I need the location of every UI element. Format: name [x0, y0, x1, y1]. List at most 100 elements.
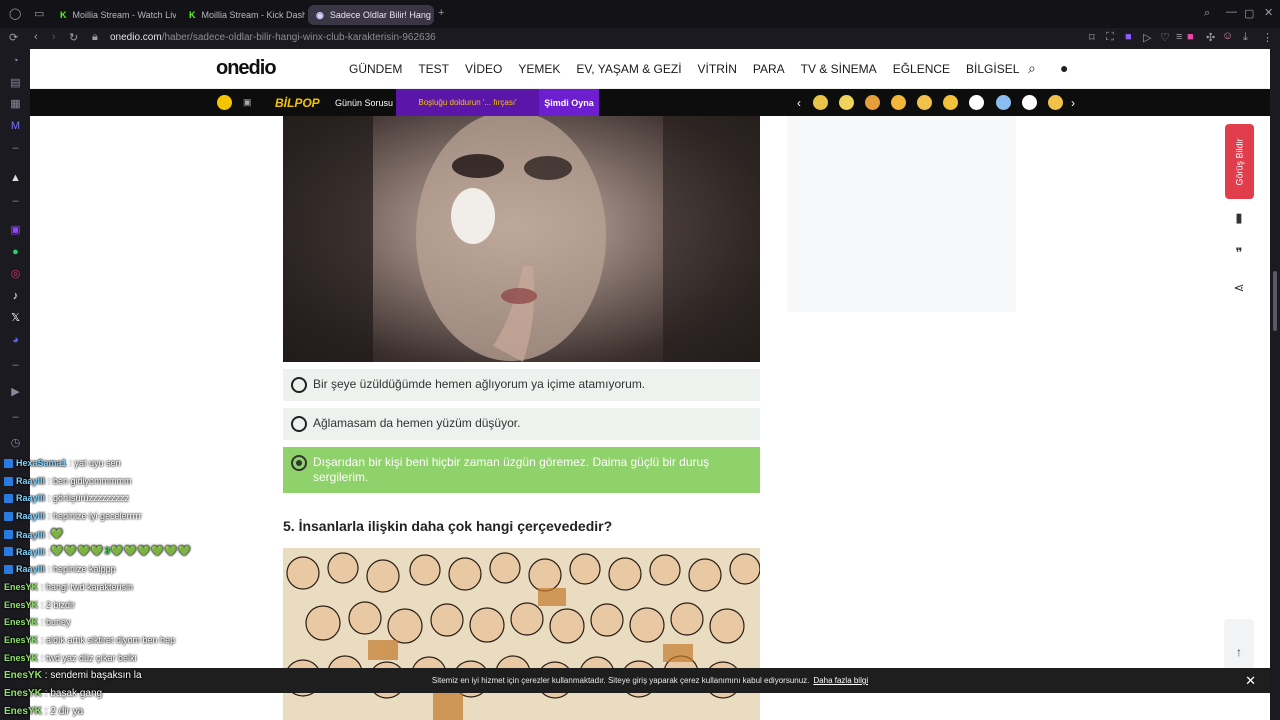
search-tabs-icon[interactable]: ⌕ [1204, 7, 1210, 20]
feedback-button[interactable]: Görüş Bildir [1225, 124, 1254, 199]
chat-username[interactable]: EnesYK [4, 706, 42, 717]
download-icon[interactable]: ⤓ [1243, 31, 1248, 44]
scrollbar-thumb[interactable] [1273, 271, 1277, 331]
close-icon[interactable]: ✕ [1245, 673, 1256, 689]
onedio-logo[interactable]: onedio [216, 57, 277, 80]
answer-option-2[interactable]: Ağlamasam da hemen yüzüm düşüyor. [283, 408, 760, 440]
more-icon[interactable]: ⋮ [1262, 31, 1273, 44]
chat-username[interactable]: EnesYK [4, 653, 38, 663]
tab-2[interactable]: K Moillia Stream - Kick Dash [181, 5, 305, 25]
bilpop-brand[interactable]: BİLPOP [275, 89, 320, 116]
tab-3[interactable]: ◉ Sadece Oldlar Bilir! Hang [308, 5, 434, 25]
search-icon[interactable]: ⌕ [1028, 60, 1036, 77]
nav-video[interactable]: VİDEO [465, 62, 502, 76]
page-scrollbar[interactable] [1270, 49, 1280, 720]
whatsapp-icon[interactable]: ● [8, 244, 23, 259]
emoji-icon-7[interactable] [969, 95, 984, 110]
chat-username[interactable]: Raaylli [16, 564, 45, 574]
profile-avatar-icon[interactable]: ☺ [1222, 30, 1233, 42]
discord-icon[interactable]: ◕ [8, 332, 23, 347]
emoji-icon-5[interactable] [917, 95, 932, 110]
chat-username[interactable]: Raaylli [16, 511, 45, 521]
back-icon[interactable]: ‹ [34, 31, 38, 43]
puzzle-icon[interactable]: ✣ [1206, 31, 1215, 44]
emoji-icon-1[interactable] [813, 95, 828, 110]
url-field[interactable]: onedio.com/haber/sadece-oldlar-bilir-han… [110, 32, 436, 43]
emoji-icon-3[interactable] [865, 95, 880, 110]
strip-prev-icon[interactable]: ‹ [797, 89, 801, 116]
emoji-icon-9[interactable] [1022, 95, 1037, 110]
new-tab-icon[interactable]: + [438, 7, 444, 19]
app-a-icon[interactable]: ▲ [8, 170, 23, 185]
user-icon[interactable]: ● [1060, 60, 1068, 76]
bookmark-icon[interactable]: ⌑ [1089, 31, 1095, 44]
gamepad-icon[interactable]: ▦ [8, 96, 23, 111]
quiz-face-icon[interactable] [217, 95, 232, 110]
daily-question-prompt[interactable]: Boşluğu doldurun '... fırçası' [396, 89, 539, 116]
bookmark-add-icon[interactable]: ▮ [1228, 207, 1250, 229]
nav-vitrin[interactable]: VİTRİN [698, 62, 737, 76]
instagram-icon[interactable]: ◎ [8, 266, 23, 281]
close-window-icon[interactable]: ✕ [1264, 6, 1273, 19]
chat-username[interactable]: EnesYK [4, 635, 38, 645]
extension-pink-icon[interactable]: ■ [1187, 31, 1194, 43]
nav-para[interactable]: PARA [753, 62, 785, 76]
chat-username[interactable]: Raaylli [16, 547, 45, 557]
reload-icon[interactable]: ↻ [69, 31, 78, 44]
comments-icon[interactable]: ❞ [1228, 242, 1250, 264]
x-icon[interactable]: 𝕏 [8, 310, 23, 325]
forward-icon[interactable]: › [52, 31, 56, 43]
maximize-icon[interactable]: ▢ [1244, 7, 1254, 20]
chat-message: Raaylli: 💚 [4, 529, 64, 540]
menu-icon[interactable]: ≡ [1176, 31, 1182, 43]
nav-test[interactable]: TEST [418, 62, 449, 76]
chat-username[interactable]: HexaSama1 [16, 458, 67, 468]
nav-gundem[interactable]: GÜNDEM [349, 62, 402, 76]
emoji-icon-4[interactable] [891, 95, 906, 110]
chat-username[interactable]: EnesYK [4, 688, 42, 699]
minimize-icon[interactable]: — [1226, 6, 1237, 18]
chat-username[interactable]: Raaylli [16, 476, 45, 486]
nav-yemek[interactable]: YEMEK [518, 62, 560, 76]
twitch-icon[interactable]: ▣ [8, 222, 23, 237]
chat-username[interactable]: EnesYK [4, 600, 38, 610]
game-icon[interactable]: ▣ [243, 89, 252, 116]
emoji-icon-8[interactable] [996, 95, 1011, 110]
strip-next-icon[interactable]: › [1071, 89, 1075, 116]
share-icon[interactable]: ⋖ [1228, 277, 1250, 299]
play-now-button[interactable]: Şimdi Oyna [539, 89, 599, 116]
player-icon[interactable]: ▶ [8, 384, 23, 399]
messenger-icon[interactable]: M [8, 118, 23, 133]
tab-1[interactable]: K Moillia Stream - Watch Liv [52, 5, 176, 25]
emoji-icon-6[interactable] [943, 95, 958, 110]
nav-tv-sinema[interactable]: TV & SİNEMA [801, 62, 877, 76]
emoji-icon-2[interactable] [839, 95, 854, 110]
chat-username[interactable]: Raaylli [16, 493, 45, 503]
chat-username[interactable]: EnesYK [4, 617, 38, 627]
chat-username[interactable]: EnesYK [4, 582, 38, 592]
answer-option-1[interactable]: Bir şeye üzüldüğümde hemen ağlıyorum ya … [283, 369, 760, 401]
send-icon[interactable]: ▷ [1143, 31, 1151, 44]
radio-button[interactable] [291, 377, 307, 393]
reload-sidebar-icon[interactable]: ⟳ [9, 31, 18, 44]
emoji-icon-10[interactable] [1048, 95, 1063, 110]
clock-icon[interactable]: ◷ [8, 435, 23, 450]
scroll-to-top-button[interactable]: ↑ [1224, 619, 1254, 671]
tiktok-icon[interactable]: ♪ [8, 288, 23, 303]
heart-icon[interactable]: ♡ [1160, 31, 1170, 44]
chat-username[interactable]: Raaylli [16, 530, 45, 540]
extensions-icon[interactable]: ▤ [8, 75, 23, 90]
answer-option-3-selected[interactable]: Dışarıdan bir kişi beni hiçbir zaman üzg… [283, 447, 760, 493]
nav-bilgisel[interactable]: BİLGİSEL [966, 62, 1019, 76]
chat-message-text: : görüşürüzzzzzzzzz [48, 493, 130, 503]
history-icon[interactable]: ◔ [8, 53, 23, 68]
radio-button[interactable] [291, 416, 307, 432]
nav-eglence[interactable]: EĞLENCE [893, 62, 950, 76]
extension-icon[interactable]: ■ [1125, 31, 1132, 43]
tab-overview-icon[interactable]: ▭ [34, 7, 44, 20]
browser-logo-icon[interactable]: ◯ [9, 7, 21, 20]
nav-ev-yasam-gezi[interactable]: EV, YAŞAM & GEZİ [576, 62, 681, 76]
screenshot-icon[interactable]: ⛶ [1106, 31, 1114, 44]
chat-username[interactable]: EnesYK [4, 670, 42, 681]
cookie-more-info-link[interactable]: Daha fazla bilgi [813, 676, 868, 685]
